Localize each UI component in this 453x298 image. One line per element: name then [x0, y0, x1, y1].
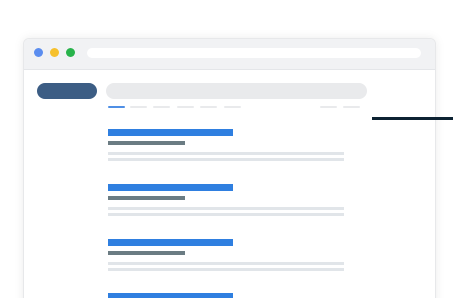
tab-all[interactable]	[108, 106, 125, 108]
browser-window	[23, 38, 436, 298]
minimize-dot[interactable]	[50, 48, 59, 57]
result-url[interactable]	[108, 141, 185, 145]
result-snippet-line	[108, 152, 344, 155]
tab-tools[interactable]	[320, 106, 337, 108]
result-snippet-line	[108, 213, 344, 216]
tab-5[interactable]	[200, 106, 217, 108]
result-url[interactable]	[108, 251, 185, 255]
result-snippet-line	[108, 207, 344, 210]
tab-settings[interactable]	[343, 106, 360, 108]
result-snippet-line	[108, 268, 344, 271]
result-title-link[interactable]	[108, 293, 233, 298]
illustration-stage	[0, 0, 453, 298]
close-dot[interactable]	[34, 48, 43, 57]
tab-2[interactable]	[130, 106, 147, 108]
result-title-link[interactable]	[108, 129, 233, 136]
maximize-dot[interactable]	[66, 48, 75, 57]
result-title-link[interactable]	[108, 239, 233, 246]
result-title-link[interactable]	[108, 184, 233, 191]
tab-3[interactable]	[153, 106, 170, 108]
result-url[interactable]	[108, 196, 185, 200]
brand-logo[interactable]	[37, 83, 97, 99]
result-snippet-line	[108, 158, 344, 161]
address-bar[interactable]	[87, 48, 421, 58]
tab-4[interactable]	[177, 106, 194, 108]
tab-6[interactable]	[224, 106, 241, 108]
browser-titlebar	[24, 39, 435, 70]
search-input[interactable]	[106, 83, 367, 99]
pointer-line	[372, 117, 453, 120]
result-snippet-line	[108, 262, 344, 265]
